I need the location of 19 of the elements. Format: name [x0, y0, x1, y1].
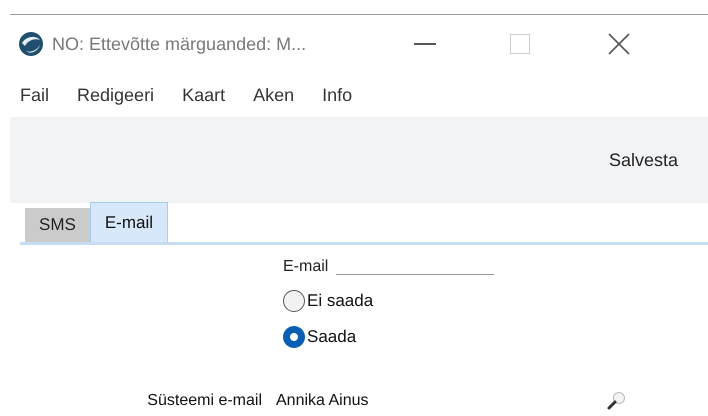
app-logo-icon	[18, 31, 44, 57]
field-label: Süsteemi e-mail	[146, 391, 263, 411]
field-value[interactable]: Annika Ainus	[276, 389, 606, 413]
tab[interactable]: SMS	[25, 208, 90, 242]
radio-button[interactable]	[283, 290, 305, 312]
radio-label: Saada	[307, 326, 356, 348]
save-button[interactable]: Salvesta	[606, 146, 680, 174]
menu-item[interactable]: Aken	[253, 82, 294, 108]
menu-item[interactable]: Info	[322, 82, 352, 108]
group-label: E-mail	[283, 257, 328, 277]
radio-button[interactable]	[283, 326, 305, 348]
radio-label: Ei saada	[307, 290, 374, 312]
menu-item[interactable]: Kaart	[182, 82, 226, 108]
menu-item[interactable]: Fail	[20, 82, 50, 108]
close-icon[interactable]	[608, 33, 630, 55]
window-title: NO: Ettevõtte märguanded: M...	[52, 32, 308, 56]
search-icon[interactable]	[606, 391, 626, 411]
tab[interactable]: E-mail	[90, 202, 168, 242]
menu-item[interactable]: Redigeeri	[77, 82, 154, 108]
